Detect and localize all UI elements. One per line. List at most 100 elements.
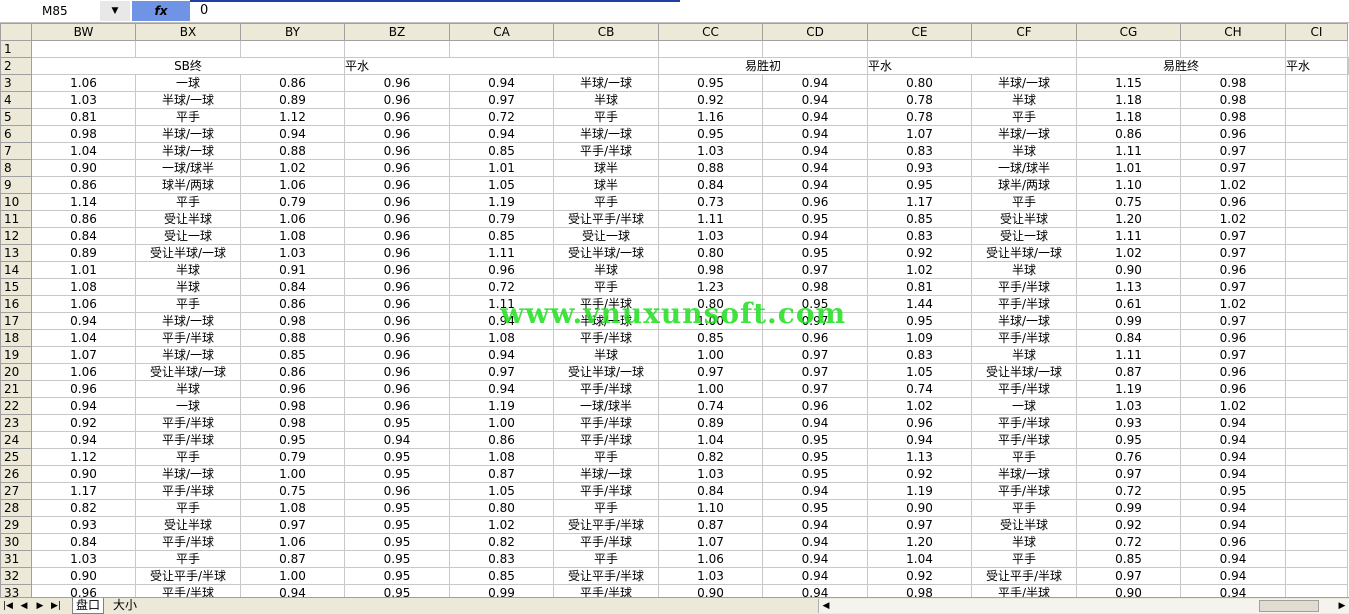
- cell[interactable]: 半球/一球: [971, 74, 1077, 92]
- cell[interactable]: 0.96: [344, 482, 450, 500]
- cell[interactable]: 一球: [135, 397, 241, 415]
- cell[interactable]: 平手: [553, 448, 659, 466]
- cell[interactable]: 0.87: [1076, 363, 1181, 381]
- cell[interactable]: 1.00: [658, 380, 763, 398]
- cell[interactable]: 1.01: [1076, 159, 1181, 177]
- cell[interactable]: [1285, 74, 1348, 92]
- cell[interactable]: [1285, 499, 1348, 517]
- row-header[interactable]: 30: [0, 533, 32, 551]
- cell[interactable]: 0.98: [240, 397, 345, 415]
- cell[interactable]: 1.06: [240, 533, 345, 551]
- cell[interactable]: 0.98: [240, 312, 345, 330]
- cell[interactable]: [1285, 261, 1348, 279]
- cell[interactable]: 0.98: [658, 261, 763, 279]
- cell[interactable]: 0.94: [762, 567, 868, 585]
- cell[interactable]: 0.99: [1076, 499, 1181, 517]
- cell[interactable]: 平手: [135, 108, 241, 126]
- cell[interactable]: [1285, 193, 1348, 211]
- cell[interactable]: 平手: [971, 108, 1077, 126]
- cell[interactable]: [1285, 312, 1348, 330]
- cell[interactable]: 0.94: [762, 482, 868, 500]
- cell[interactable]: 0.94: [240, 125, 345, 143]
- cell[interactable]: 平手/半球: [135, 414, 241, 432]
- cell[interactable]: 半球/一球: [135, 465, 241, 483]
- cell[interactable]: 平手/半球: [971, 431, 1077, 449]
- cell[interactable]: [1285, 295, 1348, 313]
- row-header[interactable]: 32: [0, 567, 32, 585]
- cell[interactable]: 1.44: [867, 295, 972, 313]
- cell[interactable]: [1285, 91, 1348, 109]
- cell[interactable]: 平手/半球: [553, 482, 659, 500]
- row-header[interactable]: 17: [0, 312, 32, 330]
- cell[interactable]: 0.94: [762, 91, 868, 109]
- cell[interactable]: 平手: [135, 295, 241, 313]
- cell[interactable]: 0.97: [1180, 312, 1286, 330]
- cell[interactable]: [1180, 40, 1286, 58]
- cell[interactable]: [1285, 244, 1348, 262]
- cell[interactable]: 1.19: [449, 193, 554, 211]
- column-header[interactable]: CC: [658, 23, 763, 41]
- cell[interactable]: 1.17: [867, 193, 972, 211]
- column-header[interactable]: CH: [1180, 23, 1286, 41]
- next-sheet-icon[interactable]: ▶: [34, 599, 46, 613]
- cell[interactable]: 半球: [553, 261, 659, 279]
- scroll-right-icon[interactable]: ▶: [1335, 599, 1349, 613]
- merged-header-cell[interactable]: 平水: [1285, 57, 1348, 75]
- cell[interactable]: 受让半球/一球: [553, 363, 659, 381]
- sheet-tab-daxiao[interactable]: 大小: [110, 598, 140, 613]
- cell[interactable]: 0.80: [658, 244, 763, 262]
- cell[interactable]: 0.80: [449, 499, 554, 517]
- chevron-down-icon[interactable]: ▼: [100, 1, 130, 21]
- cell[interactable]: 受让半球: [971, 210, 1077, 228]
- cell[interactable]: 0.95: [1076, 431, 1181, 449]
- cell[interactable]: 1.03: [31, 550, 136, 568]
- cell[interactable]: [762, 40, 868, 58]
- cell[interactable]: 0.94: [762, 550, 868, 568]
- cell[interactable]: 0.87: [240, 550, 345, 568]
- cell[interactable]: 0.83: [449, 550, 554, 568]
- column-header[interactable]: BX: [135, 23, 241, 41]
- cell[interactable]: 0.94: [1180, 414, 1286, 432]
- cell[interactable]: 0.95: [344, 550, 450, 568]
- cell[interactable]: 1.18: [1076, 91, 1181, 109]
- cell[interactable]: 受让半球/一球: [553, 244, 659, 262]
- scroll-left-icon[interactable]: ◀: [819, 599, 833, 613]
- cell[interactable]: 0.95: [344, 448, 450, 466]
- cell[interactable]: 1.09: [867, 329, 972, 347]
- cell[interactable]: 0.94: [1180, 567, 1286, 585]
- row-header[interactable]: 28: [0, 499, 32, 517]
- cell[interactable]: 0.96: [1180, 193, 1286, 211]
- cell[interactable]: 1.10: [658, 499, 763, 517]
- cell[interactable]: 0.72: [449, 278, 554, 296]
- cell[interactable]: 0.94: [449, 74, 554, 92]
- cell[interactable]: 平手: [553, 193, 659, 211]
- cell[interactable]: [1285, 414, 1348, 432]
- cell[interactable]: 1.19: [449, 397, 554, 415]
- cell[interactable]: 1.11: [658, 210, 763, 228]
- cell[interactable]: 1.03: [1076, 397, 1181, 415]
- row-header[interactable]: 16: [0, 295, 32, 313]
- cell[interactable]: 1.06: [31, 74, 136, 92]
- cell[interactable]: 0.96: [1180, 533, 1286, 551]
- cell[interactable]: 半球: [971, 346, 1077, 364]
- cell[interactable]: 0.85: [449, 227, 554, 245]
- cell[interactable]: 1.12: [240, 108, 345, 126]
- cell[interactable]: 1.19: [1076, 380, 1181, 398]
- cell[interactable]: 0.92: [1076, 516, 1181, 534]
- cell[interactable]: 0.92: [867, 567, 972, 585]
- cell[interactable]: 平手/半球: [135, 482, 241, 500]
- cell[interactable]: 1.00: [449, 414, 554, 432]
- cell[interactable]: 0.96: [344, 312, 450, 330]
- cell[interactable]: 平手: [971, 448, 1077, 466]
- cell[interactable]: 0.96: [344, 227, 450, 245]
- cell[interactable]: 0.85: [658, 329, 763, 347]
- cell[interactable]: 0.86: [240, 74, 345, 92]
- cell[interactable]: 0.94: [1180, 499, 1286, 517]
- cell[interactable]: 0.96: [31, 380, 136, 398]
- row-header[interactable]: 20: [0, 363, 32, 381]
- cell[interactable]: 1.02: [1180, 176, 1286, 194]
- cell[interactable]: 受让半球: [135, 516, 241, 534]
- cell[interactable]: [1285, 363, 1348, 381]
- cell[interactable]: 0.96: [344, 210, 450, 228]
- cell[interactable]: 0.90: [31, 465, 136, 483]
